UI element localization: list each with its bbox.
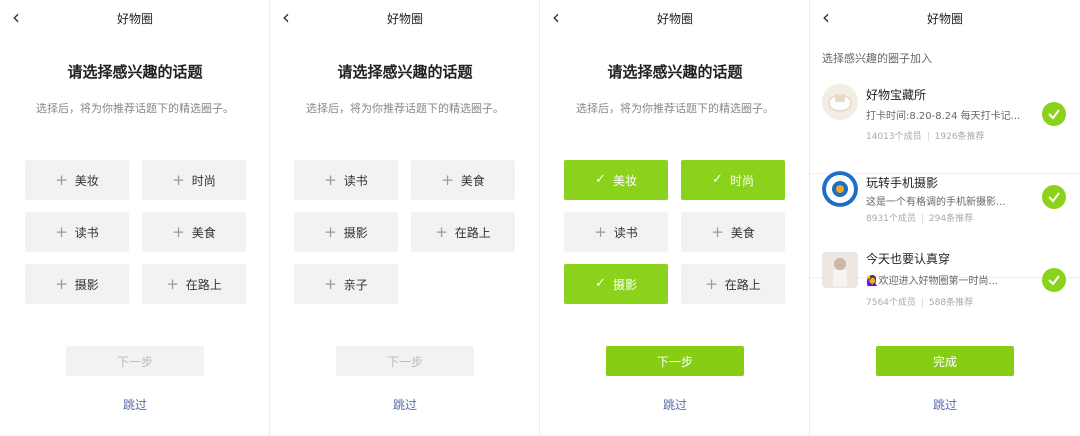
topic-chip-photo[interactable]: + 摄影 [25, 264, 129, 304]
check-icon: ✓ [595, 172, 606, 187]
member-count: 14013个成员 [866, 132, 922, 142]
skip-link[interactable]: 跳过 [0, 396, 270, 413]
plus-icon: + [55, 223, 68, 241]
plus-icon: + [55, 171, 68, 189]
topic-chip-parenting[interactable]: + 亲子 [294, 264, 398, 304]
check-icon: ✓ [595, 276, 606, 291]
nav-bar: ‹ 好物圈 [540, 0, 810, 38]
topic-chip-reading[interactable]: + 读书 [294, 160, 398, 200]
post-count: 588条推荐 [928, 298, 974, 308]
topic-chip-travel[interactable]: + 在路上 [681, 264, 785, 304]
nav-bar: ‹ 好物圈 [270, 0, 540, 38]
circles-section-label: 选择感兴趣的圈子加入 [822, 52, 932, 65]
plus-icon: + [435, 223, 448, 241]
page-description: 选择后，将为你推荐话题下的精选圈子。 [36, 102, 234, 115]
circle-item[interactable]: 今天也要认真穿 🙋‍♀️欢迎进入好物圈第一时尚... 7564个成员 588条推荐 [810, 250, 1080, 354]
topic-chip-travel[interactable]: + 在路上 [411, 212, 515, 252]
skip-link[interactable]: 跳过 [810, 396, 1080, 413]
circle-avatar [822, 171, 858, 207]
topic-chip-makeup[interactable]: ✓ 美妆 [564, 160, 668, 200]
topic-chip-photo[interactable]: + 摄影 [294, 212, 398, 252]
circle-name: 玩转手机摄影 [866, 176, 939, 190]
circle-avatar [822, 84, 858, 120]
screen-3: ‹ 好物圈 请选择感兴趣的话题 选择后，将为你推荐话题下的精选圈子。 ✓ 美妆 ✓… [540, 0, 810, 436]
skip-link[interactable]: 跳过 [270, 396, 540, 413]
topic-chip-fashion[interactable]: ✓ 时尚 [681, 160, 785, 200]
page-title: 请选择感兴趣的话题 [67, 63, 203, 81]
member-count: 8931个成员 [866, 214, 916, 224]
nav-title: 好物圈 [116, 12, 153, 26]
nav-bar: ‹ 好物圈 [810, 0, 1080, 38]
nav-bar: ‹ 好物圈 [0, 0, 270, 38]
topic-chip-fashion[interactable]: + 时尚 [142, 160, 246, 200]
plus-icon: + [441, 171, 454, 189]
topic-chip-travel[interactable]: + 在路上 [142, 264, 246, 304]
plus-icon: + [55, 275, 68, 293]
checkmark-icon[interactable] [1042, 268, 1066, 292]
page-description: 选择后，将为你推荐话题下的精选圈子。 [576, 102, 774, 115]
plus-icon: + [172, 223, 185, 241]
screen-2: ‹ 好物圈 请选择感兴趣的话题 选择后，将为你推荐话题下的精选圈子。 + 读书 +… [270, 0, 540, 436]
circle-stats: 8931个成员 294条推荐 [866, 211, 973, 224]
done-button[interactable]: 完成 [876, 346, 1014, 376]
checkmark-icon[interactable] [1042, 102, 1066, 126]
topic-chip-food[interactable]: + 美食 [681, 212, 785, 252]
post-count: 294条推荐 [928, 214, 974, 224]
next-button[interactable]: 下一步 [66, 346, 204, 376]
member-count: 7564个成员 [866, 298, 916, 308]
plus-icon: + [172, 171, 185, 189]
circle-stats: 14013个成员 1926条推荐 [866, 129, 985, 142]
circle-description: 打卡时间:8.20-8.24 每天打卡记... [866, 111, 1021, 122]
circle-item[interactable]: 好物宝藏所 打卡时间:8.20-8.24 每天打卡记... 14013个成员 19… [810, 70, 1080, 174]
circle-stats: 7564个成员 588条推荐 [866, 295, 973, 308]
page-title: 请选择感兴趣的话题 [337, 63, 473, 81]
plus-icon: + [166, 275, 179, 293]
plus-icon: + [324, 171, 337, 189]
skip-link[interactable]: 跳过 [540, 396, 810, 413]
topic-chip-makeup[interactable]: + 美妆 [25, 160, 129, 200]
circle-name: 好物宝藏所 [866, 88, 927, 102]
checkmark-icon[interactable] [1042, 185, 1066, 209]
topic-chip-reading[interactable]: + 读书 [564, 212, 668, 252]
screen-1: ‹ 好物圈 请选择感兴趣的话题 选择后，将为你推荐话题下的精选圈子。 + 美妆 +… [0, 0, 270, 436]
plus-icon: + [594, 223, 607, 241]
plus-icon: + [324, 223, 337, 241]
nav-title: 好物圈 [656, 12, 693, 26]
topic-chip-photo[interactable]: ✓ 摄影 [564, 264, 668, 304]
topic-chip-food[interactable]: + 美食 [411, 160, 515, 200]
post-count: 1926条推荐 [934, 132, 985, 142]
page-title: 请选择感兴趣的话题 [607, 63, 743, 81]
nav-title: 好物圈 [926, 12, 963, 26]
plus-icon: + [711, 223, 724, 241]
circle-avatar [822, 252, 858, 288]
circle-name: 今天也要认真穿 [866, 252, 951, 266]
next-button[interactable]: 下一步 [336, 346, 474, 376]
plus-icon: + [324, 275, 337, 293]
topic-chip-reading[interactable]: + 读书 [25, 212, 129, 252]
check-icon: ✓ [712, 172, 723, 187]
page-description: 选择后，将为你推荐话题下的精选圈子。 [306, 102, 504, 115]
next-button[interactable]: 下一步 [606, 346, 744, 376]
plus-icon: + [705, 275, 718, 293]
topic-chip-food[interactable]: + 美食 [142, 212, 246, 252]
circle-description: 🙋‍♀️欢迎进入好物圈第一时尚... [866, 276, 998, 287]
circle-description: 这是一个有格调的手机新摄影... [866, 197, 1006, 208]
nav-title: 好物圈 [386, 12, 423, 26]
